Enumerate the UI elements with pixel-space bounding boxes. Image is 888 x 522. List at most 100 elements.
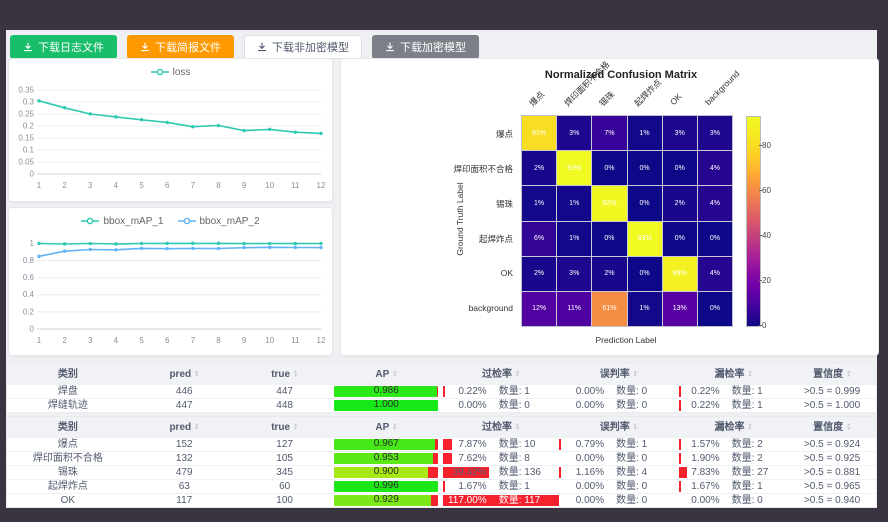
- download-button-4[interactable]: 下载加密模型: [372, 35, 479, 59]
- sort-icon[interactable]: ▲▼: [392, 370, 397, 378]
- rate-count: 数量: 2: [720, 452, 789, 465]
- svg-text:12: 12: [317, 181, 326, 190]
- cell-miss-rate: 1.57%数量: 2: [679, 438, 788, 451]
- sort-icon[interactable]: ▲▼: [515, 370, 520, 378]
- header-cell-置信度[interactable]: 置信度▲▼: [788, 417, 876, 437]
- sort-icon[interactable]: ▲▼: [515, 423, 520, 431]
- dashboard-content: 下载日志文件下载简报文件下载非加密模型下载加密模型 loss00.050.10.…: [6, 30, 877, 505]
- rate-count: 数量: 0: [604, 480, 679, 493]
- svg-text:0.25: 0.25: [18, 110, 34, 119]
- matrix-row-label: 锡珠: [341, 198, 513, 210]
- cell-ap: 0.900: [329, 466, 443, 479]
- cell-miss-rate: 1.67%数量: 1: [679, 480, 788, 493]
- rate-count: 数量: 0: [720, 494, 789, 507]
- sort-icon[interactable]: ▲▼: [846, 370, 851, 378]
- table-row: 锡珠4793450.90039.42%数量: 1361.16%数量: 47.83…: [7, 465, 876, 479]
- svg-text:12: 12: [317, 336, 326, 345]
- rate-text: 0.00%数量: 0: [559, 480, 679, 493]
- svg-text:9: 9: [242, 336, 247, 345]
- header-cell-过检率[interactable]: 过检率▲▼: [443, 417, 559, 437]
- rate-text: 1.16%数量: 4: [559, 466, 679, 479]
- sort-icon[interactable]: ▲▼: [633, 370, 638, 378]
- rate-text: 7.83%数量: 27: [679, 466, 788, 479]
- sort-icon[interactable]: ▲▼: [392, 423, 397, 431]
- cell-true: 448: [240, 399, 330, 412]
- sort-icon[interactable]: ▲▼: [846, 423, 851, 431]
- header-label: AP: [375, 421, 389, 434]
- matrix-cell-4-4: 89%: [663, 257, 697, 291]
- rate-text: 117.00%数量: 117: [443, 494, 559, 507]
- svg-text:5: 5: [139, 336, 144, 345]
- header-label: 类别: [58, 368, 78, 381]
- sort-icon[interactable]: ▲▼: [293, 423, 298, 431]
- header-cell-pred[interactable]: pred▲▼: [129, 417, 240, 437]
- matrix-row-label: 爆点: [341, 128, 513, 140]
- legend-item-bbox_mAP_2[interactable]: bbox_mAP_2: [178, 216, 260, 227]
- header-cell-pred[interactable]: pred▲▼: [129, 364, 240, 384]
- sort-icon[interactable]: ▲▼: [194, 423, 199, 431]
- svg-text:3: 3: [88, 336, 93, 345]
- download-icon: [23, 42, 33, 52]
- matrix-cell-4-1: 3%: [557, 257, 591, 291]
- header-cell-过检率[interactable]: 过检率▲▼: [443, 364, 559, 384]
- cell-confidence: >0.5 = 0.924: [788, 438, 876, 451]
- matrix-cell-2-2: 92%: [592, 186, 626, 220]
- matrix-col-label: 锡珠: [597, 88, 618, 109]
- header-cell-true[interactable]: true▲▼: [240, 417, 330, 437]
- cell-miss-rate: 0.22%数量: 1: [679, 399, 788, 412]
- rate-count: 数量: 0: [604, 385, 679, 398]
- cell-pred: 446: [129, 385, 240, 398]
- rate-count: 数量: 27: [720, 466, 789, 479]
- cell-ap: 0.953: [329, 452, 443, 465]
- header-cell-AP[interactable]: AP▲▼: [329, 364, 443, 384]
- download-button-3[interactable]: 下载非加密模型: [244, 35, 362, 59]
- rate-percent: 1.90%: [679, 452, 720, 465]
- legend-item-bbox_mAP_1[interactable]: bbox_mAP_1: [81, 216, 163, 227]
- matrix-cell-4-2: 2%: [592, 257, 626, 291]
- sort-icon[interactable]: ▲▼: [747, 423, 752, 431]
- rate-count: 数量: 0: [604, 494, 679, 507]
- header-cell-漏检率[interactable]: 漏检率▲▼: [679, 417, 788, 437]
- ap-value: 0.929: [329, 494, 443, 507]
- svg-text:0.2: 0.2: [23, 122, 35, 131]
- sort-icon[interactable]: ▲▼: [747, 370, 752, 378]
- header-cell-误判率[interactable]: 误判率▲▼: [559, 364, 679, 384]
- rate-percent: 1.57%: [679, 438, 720, 451]
- rate-percent: 0.00%: [559, 452, 604, 465]
- svg-text:1: 1: [37, 181, 42, 190]
- header-cell-true[interactable]: true▲▼: [240, 364, 330, 384]
- cell-overdetect-rate: 7.87%数量: 10: [443, 438, 559, 451]
- download-button-2[interactable]: 下载简报文件: [127, 35, 234, 59]
- cell-ap: 0.929: [329, 494, 443, 507]
- header-cell-漏检率[interactable]: 漏检率▲▼: [679, 364, 788, 384]
- sort-icon[interactable]: ▲▼: [194, 370, 199, 378]
- svg-text:3: 3: [88, 181, 93, 190]
- svg-text:7: 7: [191, 181, 196, 190]
- sort-icon[interactable]: ▲▼: [633, 423, 638, 431]
- download-button-1[interactable]: 下载日志文件: [10, 35, 117, 59]
- matrix-cell-1-5: 4%: [698, 151, 732, 185]
- metrics-table-1: 类别pred▲▼true▲▼AP▲▼过检率▲▼误判率▲▼漏检率▲▼置信度▲▼焊盘…: [6, 363, 877, 413]
- matrix-cell-1-0: 2%: [522, 151, 556, 185]
- header-cell-误判率[interactable]: 误判率▲▼: [559, 417, 679, 437]
- rate-text: 1.67%数量: 1: [679, 480, 788, 493]
- cell-pred: 447: [129, 399, 240, 412]
- sort-icon[interactable]: ▲▼: [293, 370, 298, 378]
- svg-text:11: 11: [291, 181, 300, 190]
- svg-text:8: 8: [216, 336, 221, 345]
- cell-confidence: >0.5 = 1.000: [788, 399, 876, 412]
- rate-text: 0.00%数量: 0: [559, 452, 679, 465]
- cell-confidence: >0.5 = 0.925: [788, 452, 876, 465]
- rate-percent: 0.79%: [559, 438, 604, 451]
- cell-misjudge-rate: 0.00%数量: 0: [559, 452, 679, 465]
- legend-marker-icon: [178, 217, 196, 225]
- header-cell-AP[interactable]: AP▲▼: [329, 417, 443, 437]
- table-row: OK1171000.929117.00%数量: 1170.00%数量: 00.0…: [7, 493, 876, 507]
- svg-text:4: 4: [114, 181, 119, 190]
- header-cell-置信度[interactable]: 置信度▲▼: [788, 364, 876, 384]
- cell-misjudge-rate: 0.00%数量: 0: [559, 385, 679, 398]
- matrix-cell-4-0: 2%: [522, 257, 556, 291]
- legend-item-loss[interactable]: loss: [151, 67, 191, 78]
- matrix-col-label: 爆点: [527, 88, 548, 109]
- cell-overdetect-rate: 1.67%数量: 1: [443, 480, 559, 493]
